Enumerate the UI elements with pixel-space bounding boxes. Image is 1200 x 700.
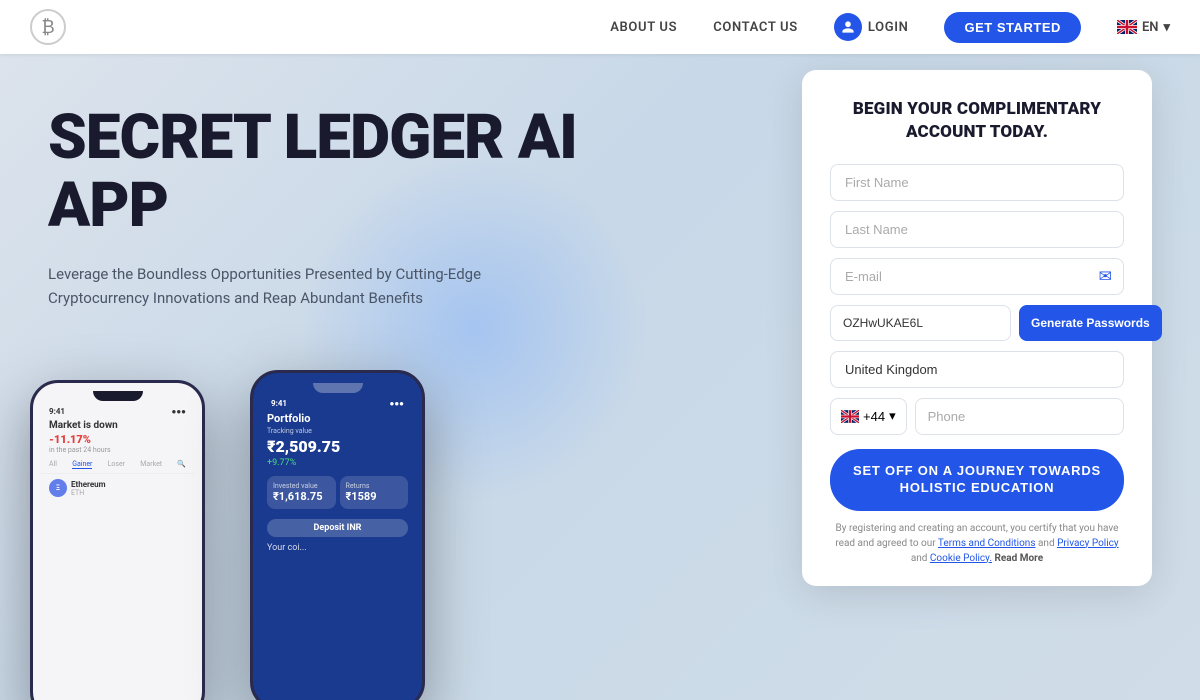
returns-box: Returns ₹1589 [340,476,409,509]
phone-number-input[interactable] [915,398,1124,435]
country-input[interactable] [830,351,1124,388]
phone-code-chevron: ▾ [889,408,896,424]
portfolio-label: Portfolio [263,410,412,427]
login-label: LOGIN [868,20,909,35]
registration-form: BEGIN YOUR COMPLIMENTARY ACCOUNT TODAY. … [802,70,1152,586]
hero-title: SECRET LEDGER AI APP [48,104,648,240]
phone-right: 9:41 ●●● Portfolio Tracking value ₹2,509… [250,370,425,700]
phone-left: 9:41 ●●● Market is down -11.17% in the p… [30,380,205,700]
phone-row: +44 ▾ [830,398,1124,435]
deposit-btn[interactable]: Deposit INR [267,519,408,537]
phone-status-bar-left: 9:41 ●●● [41,405,194,418]
password-input[interactable] [830,305,1011,341]
phone-notch-right [313,383,363,393]
about-us-link[interactable]: ABOUT US [610,20,677,35]
submit-button[interactable]: SET OFF ON A JOURNEY TOWARDS HOLISTIC ED… [830,449,1124,511]
phone-notch-left [93,391,143,401]
hero-subtitle: Leverage the Boundless Opportunities Pre… [48,262,528,310]
email-check-icon: ✉ [1099,267,1112,286]
hero-section: SECRET LEDGER AI APP Leverage the Boundl… [0,54,1200,700]
email-row: ✉ [830,258,1124,295]
market-down-label: Market is down [41,418,194,433]
bitcoin-logo-icon: ₿ [41,17,54,38]
portfolio-details-row: Invested value ₹1,618.75 Returns ₹1589 [263,474,412,511]
portfolio-change: +9.77% [263,458,412,468]
contact-us-link[interactable]: CONTACT US [713,20,798,35]
privacy-policy-link[interactable]: Privacy Policy [1057,538,1119,549]
phone-right-screen: 9:41 ●●● Portfolio Tracking value ₹2,509… [253,373,422,700]
uk-flag-icon [1117,20,1137,34]
navbar: ₿ ABOUT US CONTACT US LOGIN GET STARTED … [0,0,1200,54]
phone-right-mock: 9:41 ●●● Portfolio Tracking value ₹2,509… [250,370,425,700]
phone-code-selector[interactable]: +44 ▾ [830,398,907,435]
phone-code-label: +44 [863,409,885,424]
invested-box: Invested value ₹1,618.75 [267,476,336,509]
lang-chevron-icon: ▾ [1163,20,1170,35]
coin-row-eth: Ξ Ethereum ETH [41,476,194,500]
login-icon [834,13,862,41]
market-change: -11.17% [41,433,194,446]
portfolio-value: ₹2,509.75 [263,435,412,458]
logo[interactable]: ₿ [30,9,66,45]
eth-icon: Ξ [49,479,67,497]
form-title: BEGIN YOUR COMPLIMENTARY ACCOUNT TODAY. [830,98,1124,144]
last-name-input[interactable] [830,211,1124,248]
nav-links: ABOUT US CONTACT US LOGIN GET STARTED EN… [610,12,1170,43]
market-sub: in the past 24 hours [41,446,194,458]
terms-and-conditions-link[interactable]: Terms and Conditions [938,538,1036,549]
get-started-button[interactable]: GET STARTED [944,12,1080,43]
cookie-policy-link[interactable]: Cookie Policy. [930,553,992,564]
lang-label: EN [1142,20,1159,35]
hero-text-area: SECRET LEDGER AI APP Leverage the Boundl… [48,104,648,310]
generate-passwords-button[interactable]: Generate Passwords [1019,305,1162,341]
language-selector[interactable]: EN ▾ [1117,20,1170,35]
phone-status-bar-right: 9:41 ●●● [263,397,412,410]
email-input[interactable] [830,258,1124,295]
your-coins-label: Your coi... [263,539,412,553]
phone-flag-icon [841,410,859,423]
password-row: Generate Passwords [830,305,1124,341]
terms-text: By registering and creating an account, … [830,521,1124,566]
read-more-link[interactable]: Read More [995,553,1044,564]
first-name-input[interactable] [830,164,1124,201]
login-area[interactable]: LOGIN [834,13,909,41]
phone-left-mock: 9:41 ●●● Market is down -11.17% in the p… [30,380,205,700]
phone-left-screen: 9:41 ●●● Market is down -11.17% in the p… [33,383,202,700]
